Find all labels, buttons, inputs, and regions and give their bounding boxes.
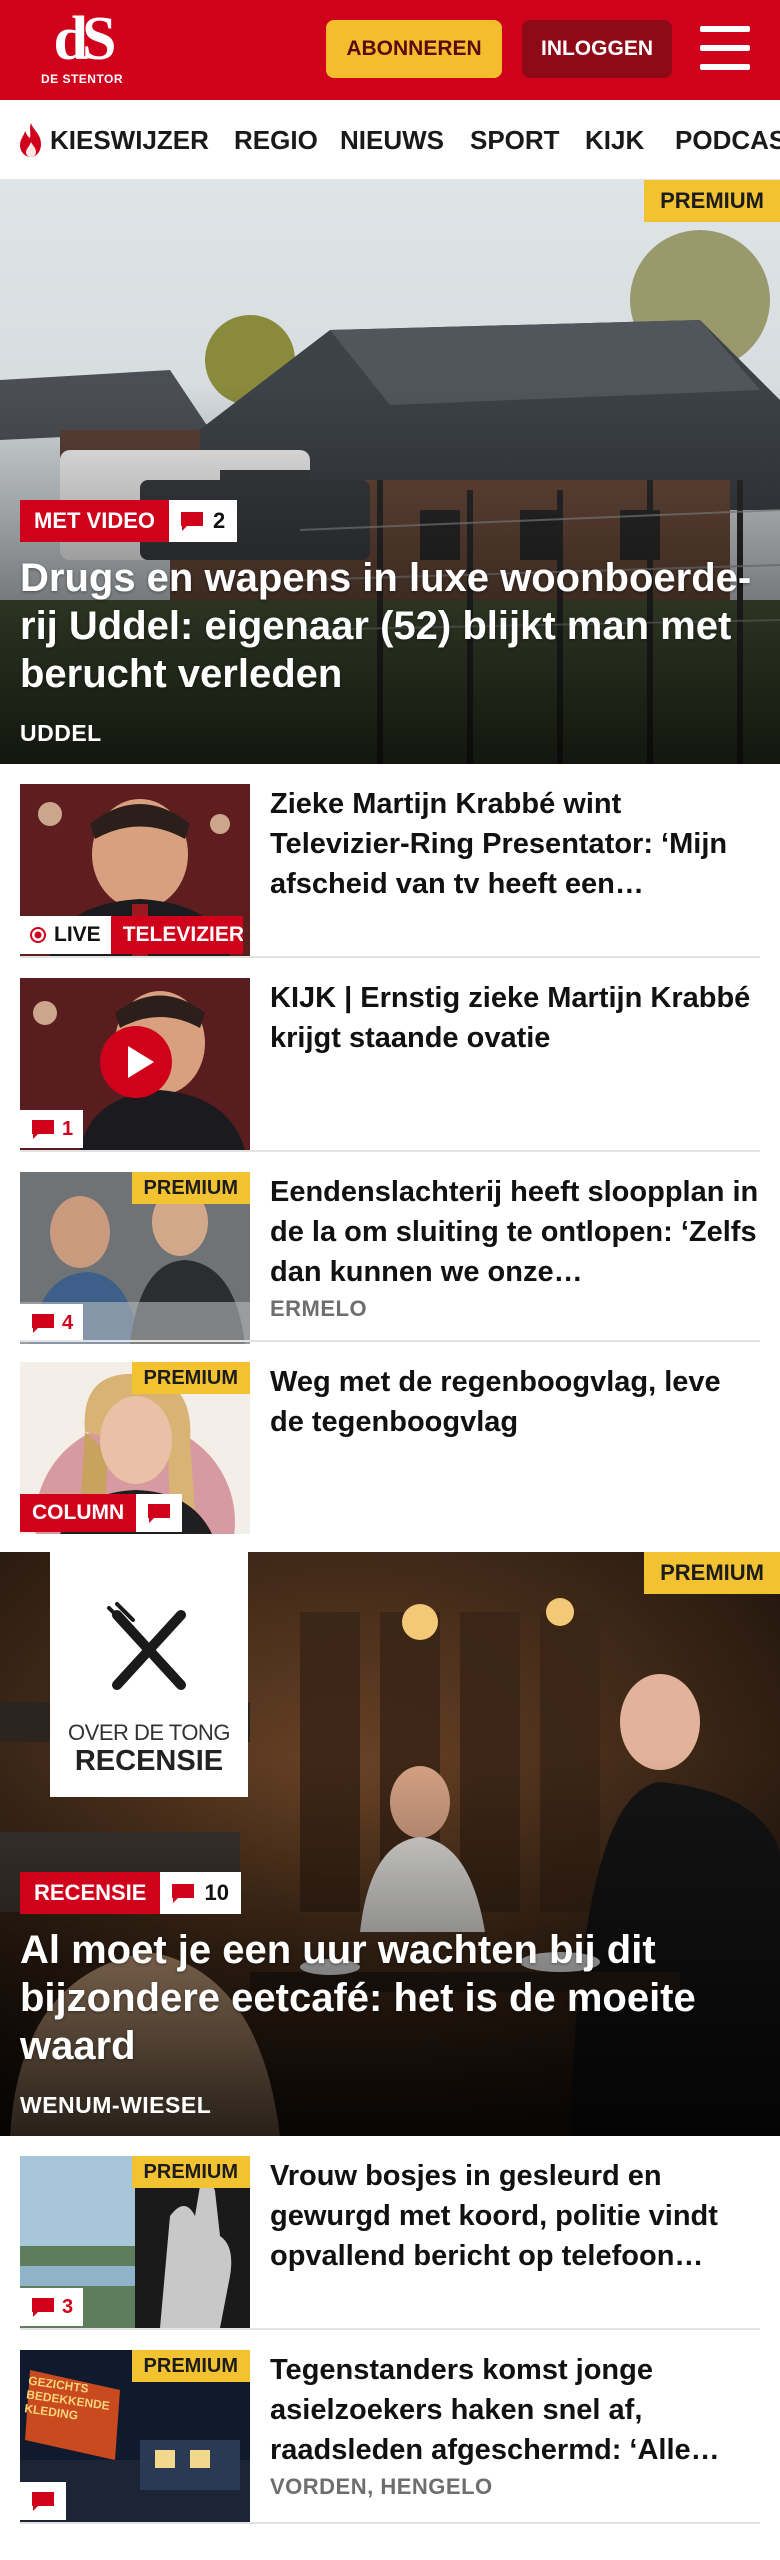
video-tag: MET VIDEO (20, 500, 170, 542)
hero-tags: RECENSIE 10 (20, 1872, 241, 1914)
comment-icon (32, 1120, 54, 1139)
comment-count-value: 2 (213, 508, 226, 533)
article-thumbnail: PREMIUM 3 (20, 2156, 250, 2328)
article-title[interactable]: Eendenslachterij heeft sloopplan in de l… (270, 1172, 760, 1292)
comment-icon (32, 1314, 54, 1333)
review-tag: RECENSIE (20, 1872, 161, 1914)
hero-headline[interactable]: Drugs en wapens in luxe woonboerde-rij U… (20, 554, 760, 698)
hero-location: UDDEL (20, 720, 102, 746)
comment-count[interactable]: 1 (20, 1110, 84, 1148)
thumbnail-badges: COLUMN (20, 1494, 183, 1534)
site-header: dS DE STENTOR ABONNEREN INLOGGEN (0, 0, 780, 100)
premium-badge: PREMIUM (644, 1552, 780, 1594)
list-item[interactable]: GEZICHTS BEDEKKENDE KLEDING PREMIUM Tege… (0, 2330, 780, 2522)
hero-article-recensie[interactable]: OVER DE TONG RECENSIE PREMIUM RECENSIE 1… (0, 1552, 780, 2136)
premium-badge: PREMIUM (131, 1172, 250, 1204)
premium-badge: PREMIUM (644, 180, 780, 222)
live-badge: LIVE (20, 916, 111, 954)
comment-icon (172, 1884, 195, 1903)
list-item[interactable]: 1 KIJK | Ernstig zieke Martijn Krabbé kr… (0, 958, 780, 1150)
hero-article-uddel[interactable]: PREMIUM MET VIDEO 2 Drugs en wapens in l… (0, 180, 780, 764)
article-thumbnail: 1 (20, 978, 250, 1150)
comment-button[interactable] (20, 2482, 66, 2520)
thumbnail-badges (20, 2482, 66, 2522)
site-logo[interactable]: dS DE STENTOR (22, 8, 142, 92)
nav-item-regio[interactable]: REGIO (234, 100, 318, 179)
list-item[interactable]: LIVE TELEVIZIER-RING Zieke Martijn Krabb… (0, 764, 780, 956)
logo-line-2: RECENSIE (74, 1745, 224, 1777)
hamburger-menu-icon[interactable] (700, 26, 750, 70)
comment-count[interactable]: 10 (160, 1872, 241, 1914)
article-title[interactable]: KIJK | Ernstig zieke Martijn Krabbé krij… (270, 978, 760, 1058)
hero-headline[interactable]: Al moet je een uur wachten bij dit bijzo… (20, 1926, 760, 2070)
premium-badge: PREMIUM (131, 2156, 250, 2188)
comment-count[interactable]: 3 (20, 2288, 84, 2326)
article-title[interactable]: Zieke Martijn Krabbé wint Televizier-Rin… (270, 784, 760, 904)
article-title[interactable]: Tegenstanders komst jonge asielzoekers h… (270, 2350, 760, 2470)
list-item[interactable]: PREMIUM COLUMN Weg met de regenboogvlag,… (0, 1342, 780, 1534)
nav-item-kijk[interactable]: KIJK (585, 100, 644, 179)
list-item[interactable]: PREMIUM 4 Eendenslachterij heeft slooppl… (0, 1152, 780, 1344)
nav-item-kieswijzer[interactable]: KIESWIJZER (50, 100, 209, 179)
comment-count-value: 10 (204, 1880, 229, 1905)
article-thumbnail: PREMIUM COLUMN (20, 1362, 250, 1534)
logo-subtitle: DE STENTOR (40, 72, 124, 86)
nav-item-podcast[interactable]: PODCAST (675, 100, 780, 179)
divider (20, 2522, 760, 2524)
article-thumbnail: GEZICHTS BEDEKKENDE KLEDING PREMIUM (20, 2350, 250, 2522)
article-location: ERMELO (270, 1296, 368, 1321)
comment-icon (148, 1504, 171, 1523)
logo-mark: dS (53, 5, 117, 73)
nav-item-sport[interactable]: SPORT (470, 100, 560, 179)
play-icon[interactable] (100, 1026, 172, 1098)
thumbnail-badges: 3 (20, 2288, 84, 2328)
comment-count[interactable]: 4 (20, 1304, 84, 1342)
comment-icon (32, 2492, 54, 2511)
hero-tags: MET VIDEO 2 (20, 500, 238, 542)
comment-icon (32, 2298, 54, 2317)
hero-location: WENUM-WIESEL (20, 2092, 212, 2118)
flame-icon (20, 123, 41, 157)
premium-badge: PREMIUM (131, 2350, 250, 2382)
thumbnail-badges: LIVE TELEVIZIER-RING (20, 916, 243, 956)
main-navigation: KIESWIJZER REGIO NIEUWS SPORT KIJK PODCA… (0, 100, 780, 180)
list-item[interactable]: PREMIUM 3 Vrouw bosjes in gesleurd en ge… (0, 2136, 780, 2328)
comment-button[interactable] (136, 1494, 183, 1532)
comment-count-value: 3 (62, 2295, 74, 2318)
comment-count[interactable]: 2 (169, 500, 238, 542)
article-title[interactable]: Weg met de regenboogvlag, leve de tegenb… (270, 1362, 760, 1442)
subscribe-button[interactable]: ABONNEREN (326, 20, 502, 78)
live-label: LIVE (54, 923, 101, 946)
login-button[interactable]: INLOGGEN (522, 20, 672, 78)
fork-knife-icon (107, 1602, 186, 1690)
logo-line-1: OVER DE TONG (68, 1720, 230, 1745)
article-thumbnail: LIVE TELEVIZIER-RING (20, 784, 250, 956)
premium-badge: PREMIUM (131, 1362, 250, 1394)
nav-item-nieuws[interactable]: NIEUWS (340, 100, 444, 179)
thumbnail-badges: 4 (20, 1304, 84, 1344)
comment-count-value: 4 (62, 1311, 74, 1334)
article-location: VORDEN, HENGELO (270, 2474, 493, 2499)
live-dot-icon (30, 927, 46, 943)
article-thumbnail: PREMIUM 4 (20, 1172, 250, 1344)
over-de-tong-logo: OVER DE TONG RECENSIE (50, 1552, 248, 1797)
comment-count-value: 1 (62, 1117, 74, 1140)
thumbnail-badges: 1 (20, 1110, 84, 1150)
column-label: COLUMN (20, 1494, 137, 1532)
category-label: TELEVIZIER-RING (110, 916, 243, 954)
article-title[interactable]: Vrouw bosjes in gesleurd en gewurgd met … (270, 2156, 760, 2276)
comment-icon (181, 512, 204, 531)
